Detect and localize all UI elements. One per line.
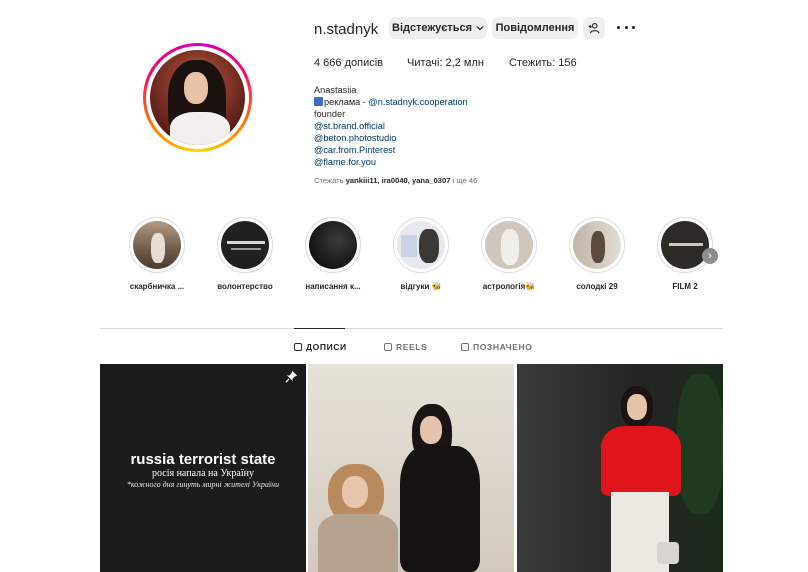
- highlight-cover: [309, 221, 357, 269]
- highlight-label: скарбничка ...: [129, 282, 185, 291]
- highlight-item[interactable]: солодкі 29: [562, 217, 632, 291]
- highlight-label: волонтерство: [217, 282, 273, 291]
- highlight-cover: [573, 221, 621, 269]
- message-button[interactable]: Повідомлення: [492, 17, 578, 39]
- post-subtitle: росія напала на Україну: [152, 468, 254, 479]
- bio-name: Anastasiia: [314, 85, 357, 95]
- bio-link[interactable]: @beton.photostudio: [314, 132, 468, 144]
- profile-bio: Anastasiia реклама - @n.stadnyk.cooperat…: [314, 84, 468, 168]
- suggest-users-button[interactable]: [583, 17, 605, 39]
- highlight-cover: [221, 221, 269, 269]
- highlight-label: написання к...: [305, 282, 361, 291]
- highlight-cover: [133, 221, 181, 269]
- highlight-item[interactable]: астрологія🐝: [474, 217, 544, 291]
- tab-reels-label: REELS: [396, 342, 428, 352]
- highlight-cover: [661, 221, 709, 269]
- highlights-next-button[interactable]: ›: [702, 248, 718, 264]
- post-tile[interactable]: russia terrorist state росія напала на У…: [100, 364, 306, 572]
- post-title: russia terrorist state: [130, 451, 276, 468]
- highlight-label: солодкі 29: [576, 282, 618, 291]
- highlight-label: FILM 2: [672, 282, 698, 291]
- more-options-icon[interactable]: [617, 19, 635, 35]
- ad-book-icon: [314, 97, 323, 106]
- bio-link[interactable]: @st.brand.official: [314, 120, 468, 132]
- posts-count: 4 666 дописів: [314, 57, 384, 69]
- add-user-icon: [588, 22, 600, 34]
- following-button[interactable]: Відстежується: [389, 17, 487, 39]
- followed-by[interactable]: Стежать yankiii11, ira0040, yana_0307 і …: [314, 176, 477, 185]
- bio-role: founder: [314, 109, 346, 119]
- highlight-item[interactable]: написання к...: [298, 217, 368, 291]
- bio-ad-prefix: реклама -: [324, 97, 369, 107]
- tab-reels[interactable]: REELS: [384, 342, 427, 352]
- bio-link[interactable]: @flame.for.you: [314, 156, 468, 168]
- grid-icon: [294, 343, 302, 351]
- followers-count[interactable]: Читачі: 2,2 млн: [407, 57, 484, 69]
- highlight-label: астрологія🐝: [482, 282, 536, 291]
- profile-avatar[interactable]: [143, 43, 252, 152]
- avatar-photo: [150, 50, 245, 145]
- active-tab-indicator: [294, 328, 345, 329]
- tab-tagged[interactable]: ПОЗНАЧЕНО: [461, 342, 532, 352]
- post-caption: *кожного дня гинуть мирні жителі України: [126, 480, 280, 489]
- highlight-label: відгуки 🐝: [400, 282, 442, 291]
- chevron-down-icon: [476, 25, 484, 31]
- profile-username: n.stadnyk: [314, 21, 379, 38]
- tab-posts-label: ДОПИСИ: [306, 342, 347, 352]
- reels-icon: [384, 343, 392, 351]
- highlight-item[interactable]: відгуки 🐝: [386, 217, 456, 291]
- bio-ad-line: реклама - @n.stadnyk.cooperation: [314, 96, 468, 108]
- following-button-label: Відстежується: [392, 22, 472, 34]
- tab-tagged-label: ПОЗНАЧЕНО: [473, 342, 533, 352]
- tabs-divider: [100, 328, 723, 329]
- tab-posts[interactable]: ДОПИСИ: [294, 342, 347, 352]
- following-count[interactable]: Стежить: 156: [509, 57, 577, 69]
- pin-icon: [285, 370, 298, 386]
- highlight-cover: [485, 221, 533, 269]
- post-tile[interactable]: [308, 364, 514, 572]
- highlight-item[interactable]: волонтерство: [210, 217, 280, 291]
- message-button-label: Повідомлення: [495, 22, 575, 34]
- highlight-item[interactable]: скарбничка ...: [122, 217, 192, 291]
- post-tile[interactable]: [517, 364, 723, 572]
- bio-ad-link[interactable]: @n.stadnyk.cooperation: [368, 97, 467, 107]
- followed-by-names: yankiii11, ira0040, yana_0307: [345, 176, 451, 185]
- highlight-cover: [397, 221, 445, 269]
- tagged-icon: [461, 343, 469, 351]
- bio-link[interactable]: @car.from.Pinterest: [314, 144, 468, 156]
